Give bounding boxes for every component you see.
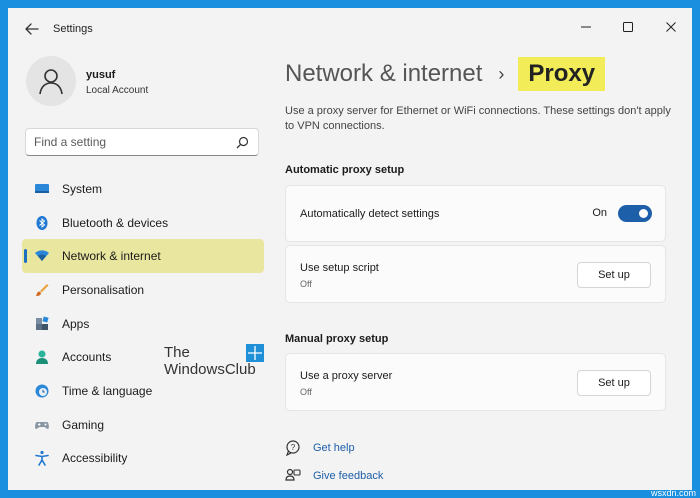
watermark-line-2: WindowsClub: [164, 361, 256, 378]
search-input[interactable]: [34, 134, 224, 150]
sidebar-item-bluetooth[interactable]: Bluetooth & devices: [22, 206, 264, 240]
sidebar-nav: System Bluetooth & devices Network & int…: [22, 172, 264, 475]
breadcrumb-separator: ›: [498, 63, 505, 84]
detect-settings-toggle[interactable]: [618, 205, 652, 222]
user-profile[interactable]: yusuf Local Account: [26, 56, 266, 106]
detect-settings-title: Automatically detect settings: [300, 208, 440, 220]
setup-script-title: Use setup script: [300, 262, 379, 274]
feedback-icon: [285, 468, 301, 484]
toggle-knob: [639, 209, 648, 218]
search-box[interactable]: [25, 128, 259, 156]
proxy-server-setup-button[interactable]: Set up: [577, 370, 651, 396]
sidebar-item-label: Bluetooth & devices: [62, 215, 169, 230]
brush-icon: [34, 282, 50, 298]
sidebar-item-network[interactable]: Network & internet: [22, 239, 264, 274]
sidebar-item-system[interactable]: System: [22, 172, 264, 206]
proxy-server-card: Use a proxy server Off Set up: [285, 353, 666, 411]
breadcrumb-parent[interactable]: Network & internet: [285, 60, 482, 88]
user-name: yusuf: [86, 69, 116, 81]
get-help-label[interactable]: Get help: [313, 442, 355, 454]
windows-logo-icon: [246, 344, 264, 362]
minimize-button[interactable]: [568, 14, 604, 40]
back-arrow-icon[interactable]: [22, 19, 42, 39]
setup-script-status: Off: [300, 279, 312, 289]
sidebar-item-label: Gaming: [62, 417, 105, 432]
section-heading-manual: Manual proxy setup: [285, 333, 389, 345]
search-icon[interactable]: [236, 136, 249, 149]
gamepad-icon: [34, 417, 50, 433]
breadcrumb: Network & internet › Proxy: [285, 54, 606, 94]
sidebar-item-accessibility[interactable]: Accessibility: [22, 442, 264, 476]
avatar: [26, 56, 76, 106]
setup-script-button[interactable]: Set up: [577, 262, 651, 288]
settings-window: Settings yusuf Local Account System: [8, 8, 692, 490]
site-watermark: wsxdn.com: [650, 488, 696, 498]
sidebar-item-label: Accessibility: [62, 451, 128, 466]
accessibility-icon: [34, 450, 50, 467]
detect-toggle-state: On: [592, 207, 607, 219]
system-icon: [34, 181, 50, 197]
bluetooth-icon: [34, 215, 50, 231]
section-heading-automatic: Automatic proxy setup: [285, 164, 405, 176]
give-feedback-label[interactable]: Give feedback: [313, 470, 383, 482]
sidebar-item-label: Network & internet: [62, 249, 161, 264]
wifi-icon: [34, 248, 50, 264]
accounts-icon: [34, 349, 50, 365]
page-title: Proxy: [518, 57, 606, 91]
sidebar-item-label: System: [62, 181, 103, 196]
sidebar-item-label: Personalisation: [62, 282, 145, 297]
detect-settings-card: Automatically detect settings On: [285, 185, 666, 242]
page-description: Use a proxy server for Ethernet or WiFi …: [285, 105, 671, 132]
help-chat-icon: ?: [285, 440, 301, 456]
sidebar-item-label: Apps: [62, 316, 90, 331]
svg-text:?: ?: [291, 443, 296, 452]
account-type: Local Account: [86, 85, 149, 96]
setup-script-card: Use setup script Off Set up: [285, 245, 666, 303]
proxy-server-status: Off: [300, 387, 312, 397]
sidebar-item-apps[interactable]: Apps: [22, 307, 264, 341]
give-feedback-link[interactable]: Give feedback: [285, 467, 383, 485]
sidebar-item-label: Time & language: [62, 383, 153, 398]
maximize-button[interactable]: [610, 14, 646, 40]
close-button[interactable]: [653, 14, 689, 40]
apps-icon: [34, 316, 50, 332]
watermark: The WindowsClub: [164, 344, 274, 384]
window-title: Settings: [53, 23, 93, 35]
sidebar-item-personalisation[interactable]: Personalisation: [22, 273, 264, 307]
get-help-link[interactable]: ? Get help: [285, 439, 355, 457]
title-bar: Settings: [8, 8, 692, 48]
proxy-server-title: Use a proxy server: [300, 370, 393, 382]
globe-clock-icon: [34, 383, 50, 399]
person-icon: [39, 69, 63, 95]
watermark-line-1: The: [164, 344, 190, 361]
sidebar-item-gaming[interactable]: Gaming: [22, 408, 264, 442]
sidebar-item-label: Accounts: [62, 350, 112, 365]
